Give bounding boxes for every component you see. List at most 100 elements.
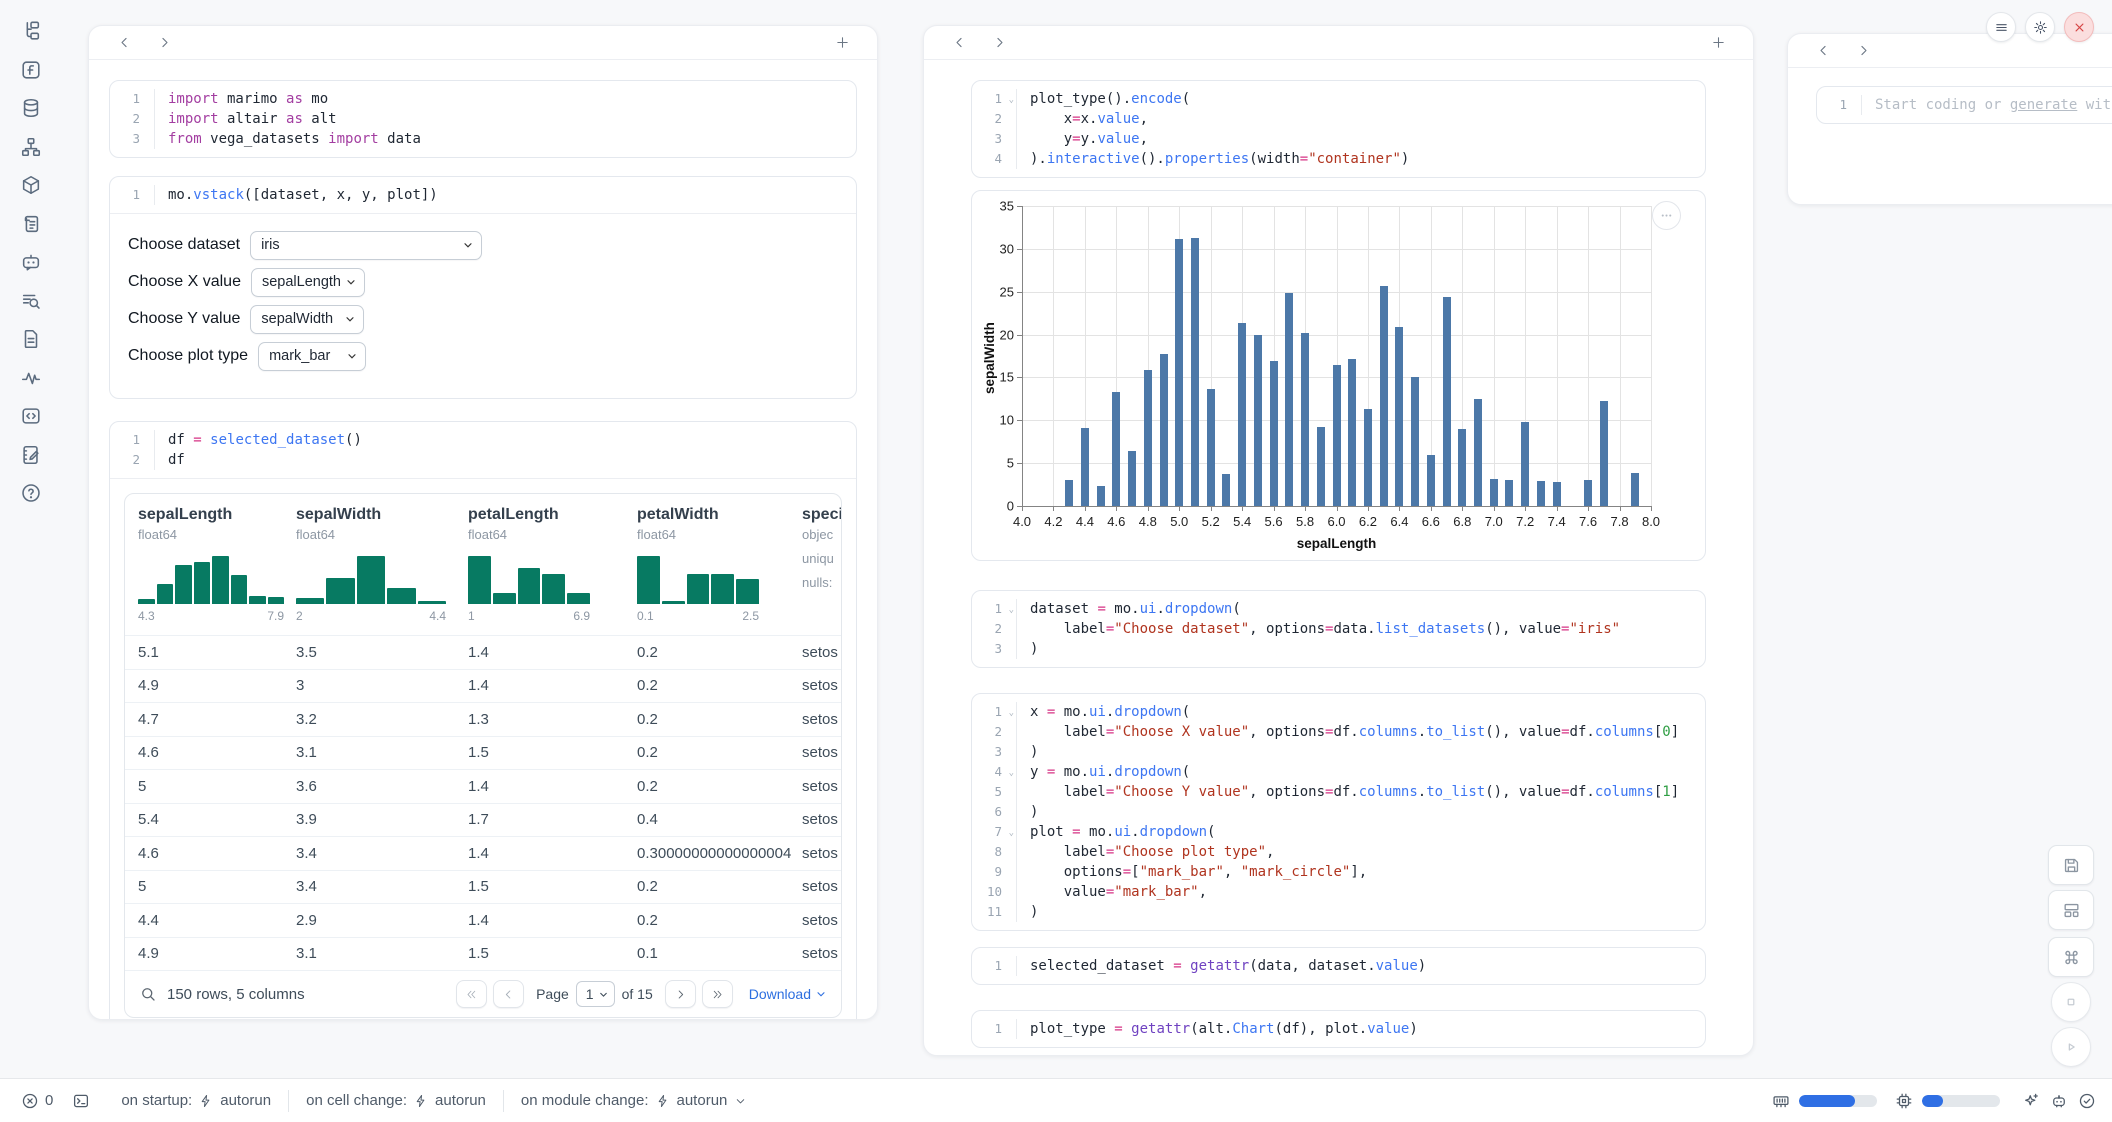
- next-page-button[interactable]: [665, 980, 696, 1008]
- code-block-icon[interactable]: [19, 404, 43, 428]
- dropdown-select[interactable]: sepalLength: [251, 268, 365, 297]
- code-line[interactable]: label="Choose Y value", options=df.colum…: [1016, 782, 1679, 802]
- settings-button[interactable]: [2025, 12, 2055, 42]
- fold-chevron-icon[interactable]: ⌄: [1009, 703, 1014, 723]
- code-line[interactable]: x=x.value,: [1016, 109, 1148, 129]
- code-line[interactable]: y=y.value,: [1016, 129, 1148, 149]
- package-icon[interactable]: [19, 173, 43, 197]
- code-line[interactable]: label="Choose plot type",: [1016, 842, 1274, 862]
- code-line[interactable]: value="mark_bar",: [1016, 882, 1207, 902]
- code-line[interactable]: df = selected_dataset(): [154, 430, 362, 450]
- cell-imports[interactable]: 1import marimo as mo2import altair as al…: [109, 80, 857, 158]
- cell-plot-type[interactable]: 1⌄plot_type().encode(2 x=x.value,3 y=y.v…: [971, 80, 1706, 178]
- column-header[interactable]: sepalLengthfloat644.37.9: [138, 494, 296, 635]
- code-line[interactable]: label="Choose dataset", options=data.lis…: [1016, 619, 1620, 639]
- terminal-icon[interactable]: [71, 1091, 90, 1110]
- generate-with-ai-link[interactable]: generate: [2010, 97, 2077, 113]
- cell-vstack[interactable]: 1mo.vstack([dataset, x, y, plot]) Choose…: [109, 176, 857, 399]
- expand-right-icon[interactable]: [986, 30, 1012, 56]
- autorun-setting[interactable]: on startup:autorun: [104, 1092, 288, 1109]
- fold-chevron-icon[interactable]: ⌄: [1009, 90, 1014, 110]
- download-button[interactable]: Download: [749, 986, 827, 1002]
- cpu-usage-meter[interactable]: [1922, 1095, 2000, 1107]
- assistant-bot-icon[interactable]: [2049, 1091, 2068, 1110]
- code-line[interactable]: x = mo.ui.dropdown(: [1016, 702, 1190, 722]
- code-line[interactable]: options=["mark_bar", "mark_circle"],: [1016, 862, 1367, 882]
- save-button[interactable]: [2048, 845, 2094, 885]
- sitemap-icon[interactable]: [19, 135, 43, 159]
- column-histogram[interactable]: [138, 556, 284, 604]
- column-header[interactable]: petalWidthfloat640.12.5: [637, 494, 802, 635]
- connection-status-icon[interactable]: [2077, 1091, 2096, 1110]
- code-line[interactable]: plot_type().encode(: [1016, 89, 1190, 109]
- collapse-left-icon[interactable]: [111, 30, 137, 56]
- dropdown-select[interactable]: mark_bar: [258, 342, 366, 371]
- database-icon[interactable]: [19, 96, 43, 120]
- cell-dataframe[interactable]: 1df = selected_dataset()2df sepalLengthf…: [109, 421, 857, 1020]
- fold-chevron-icon[interactable]: ⌄: [1009, 763, 1014, 783]
- scroll-icon[interactable]: [19, 212, 43, 236]
- page-select[interactable]: 1: [576, 981, 615, 1007]
- prev-page-button[interactable]: [493, 980, 524, 1008]
- collapse-left-icon[interactable]: [1810, 38, 1836, 64]
- code-line[interactable]: ): [1016, 639, 1038, 659]
- cell-xy-plot-dropdowns[interactable]: 1⌄x = mo.ui.dropdown(2 label="Choose X v…: [971, 693, 1706, 931]
- code-line[interactable]: selected_dataset = getattr(data, dataset…: [1016, 956, 1426, 976]
- code-line[interactable]: import altair as alt: [154, 109, 337, 129]
- function-icon[interactable]: [19, 58, 43, 82]
- cell-selected-dataset[interactable]: 1selected_dataset = getattr(data, datase…: [971, 947, 1706, 985]
- collapse-left-icon[interactable]: [946, 30, 972, 56]
- fold-chevron-icon[interactable]: ⌄: [1009, 600, 1014, 620]
- stop-kernel-button[interactable]: [2051, 982, 2091, 1022]
- autorun-setting[interactable]: on module change:autorun: [504, 1092, 764, 1109]
- column-header[interactable]: sepalWidthfloat6424.4: [296, 494, 468, 635]
- activity-icon[interactable]: [19, 366, 43, 390]
- layout-toggle-button[interactable]: [2048, 890, 2094, 930]
- code-line[interactable]: y = mo.ui.dropdown(: [1016, 762, 1190, 782]
- chart-options-button[interactable]: [1652, 201, 1681, 230]
- help-icon[interactable]: [19, 481, 43, 505]
- expand-right-icon[interactable]: [1850, 38, 1876, 64]
- code-line[interactable]: mo.vstack([dataset, x, y, plot]): [154, 185, 438, 205]
- ai-sparkle-icon[interactable]: [2021, 1091, 2040, 1110]
- cell-dataset-dropdown[interactable]: 1⌄dataset = mo.ui.dropdown(2 label="Choo…: [971, 590, 1706, 668]
- menu-button[interactable]: [1986, 12, 2016, 42]
- code-line[interactable]: ): [1016, 902, 1038, 922]
- scratchpad-icon[interactable]: [19, 443, 43, 467]
- run-all-button[interactable]: [2051, 1027, 2091, 1067]
- cell-plot-type-getattr[interactable]: 1plot_type = getattr(alt.Chart(df), plot…: [971, 1010, 1706, 1048]
- editor-placeholder[interactable]: Start coding or generate with: [1861, 95, 2112, 115]
- add-cell-button[interactable]: [829, 30, 855, 56]
- altair-bar-chart[interactable]: 4.04.24.44.64.85.05.25.45.65.86.06.26.46…: [972, 191, 1705, 560]
- code-line[interactable]: ).interactive().properties(width="contai…: [1016, 149, 1409, 169]
- code-line[interactable]: import marimo as mo: [154, 89, 328, 109]
- column-histogram[interactable]: [296, 556, 446, 604]
- log-search-icon[interactable]: [19, 289, 43, 313]
- keyboard-shortcuts-button[interactable]: [2048, 937, 2094, 977]
- autorun-setting[interactable]: on cell change:autorun: [289, 1092, 503, 1109]
- fold-chevron-icon[interactable]: ⌄: [1009, 823, 1014, 843]
- last-page-button[interactable]: [702, 980, 733, 1008]
- code-line[interactable]: ): [1016, 742, 1038, 762]
- first-page-button[interactable]: [456, 980, 487, 1008]
- code-line[interactable]: df: [154, 450, 185, 470]
- file-tree-icon[interactable]: [19, 19, 43, 43]
- errors-icon[interactable]: [20, 1091, 39, 1110]
- memory-usage-meter[interactable]: [1799, 1095, 1877, 1107]
- chat-bot-icon[interactable]: [19, 250, 43, 274]
- shutdown-button[interactable]: [2064, 12, 2094, 42]
- column-header[interactable]: speciobjecuniqunulls:: [802, 494, 841, 635]
- cell-empty-editor[interactable]: 1 Start coding or generate with: [1816, 86, 2112, 124]
- column-histogram[interactable]: [637, 556, 759, 604]
- code-line[interactable]: plot_type = getattr(alt.Chart(df), plot.…: [1016, 1019, 1418, 1039]
- code-line[interactable]: ): [1016, 802, 1038, 822]
- dropdown-select[interactable]: sepalWidth: [250, 305, 364, 334]
- code-line[interactable]: plot = mo.ui.dropdown(: [1016, 822, 1215, 842]
- column-header[interactable]: petalLengthfloat6416.9: [468, 494, 637, 635]
- code-line[interactable]: from vega_datasets import data: [154, 129, 421, 149]
- code-line[interactable]: dataset = mo.ui.dropdown(: [1016, 599, 1241, 619]
- add-cell-button[interactable]: [1705, 30, 1731, 56]
- expand-right-icon[interactable]: [151, 30, 177, 56]
- dropdown-select[interactable]: iris: [250, 231, 482, 260]
- column-histogram[interactable]: [468, 556, 590, 604]
